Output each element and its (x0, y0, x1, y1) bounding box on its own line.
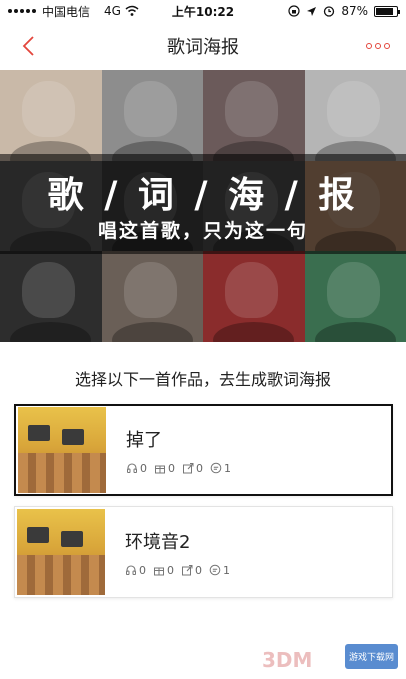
screen-lock-icon (288, 5, 300, 17)
album-tile (101, 251, 203, 342)
nav-bar: 歌词海报 (0, 22, 406, 70)
song-stats: 0 0 0 1 (126, 462, 231, 475)
listen-count: 0 (139, 563, 146, 577)
network-type: 4G (104, 4, 121, 18)
album-tile (304, 70, 406, 161)
more-options-button[interactable] (362, 34, 394, 58)
watermark-badge: 游戏下载网 (344, 644, 398, 669)
signal-strength-icon (8, 9, 36, 13)
song-card[interactable]: 环境音2 0 0 0 1 (14, 506, 393, 598)
comment-count: 1 (224, 461, 231, 475)
song-stats: 0 0 0 1 (125, 564, 230, 577)
song-title: 掉了 (126, 429, 162, 451)
poster-banner: 歌 / 词 / 海 / 报 唱这首歌，只为这一句 (0, 70, 406, 342)
share-count: 0 (195, 563, 202, 577)
headphones-icon (126, 565, 136, 575)
instruction-text: 选择以下一首作品，去生成歌词海报 (74, 370, 331, 389)
album-tile (203, 251, 305, 342)
album-tile (101, 70, 203, 161)
listen-count: 0 (140, 461, 147, 475)
album-tile (0, 251, 102, 342)
watermark: 3DM 游戏下载网 (222, 628, 402, 676)
wifi-icon (125, 5, 139, 16)
carrier-label: 中国电信 (42, 4, 91, 19)
page-title: 歌词海报 (167, 37, 239, 58)
battery-icon (374, 5, 400, 17)
gift-count: 0 (167, 563, 174, 577)
more-dots-icon (366, 43, 372, 49)
comment-count: 1 (223, 563, 230, 577)
comment-icon (209, 564, 221, 576)
comment-icon (210, 462, 222, 474)
album-cover (17, 509, 105, 595)
gift-icon (155, 465, 165, 474)
battery-percent: 87% (341, 4, 368, 18)
chevron-left-icon (22, 36, 34, 56)
share-icon (183, 463, 194, 474)
album-tile (0, 70, 102, 161)
gift-count: 0 (168, 461, 175, 475)
banner-heading: 歌 / 词 / 海 / 报 (47, 174, 359, 216)
album-tile (304, 251, 406, 342)
status-bar: 中国电信 4G 上午10:22 87% (0, 0, 406, 22)
gift-icon (154, 567, 164, 576)
watermark-text: 3DM (262, 648, 313, 672)
alarm-icon (324, 6, 335, 17)
location-icon (307, 6, 317, 16)
album-tile (203, 70, 305, 161)
song-card[interactable]: 掉了 0 0 0 1 (14, 404, 393, 496)
song-title: 环境音2 (125, 531, 191, 553)
share-count: 0 (196, 461, 203, 475)
back-button[interactable] (12, 30, 44, 62)
banner-subtitle: 唱这首歌，只为这一句 (97, 220, 308, 242)
album-cover (18, 407, 106, 493)
headphones-icon (127, 463, 137, 473)
share-icon (182, 565, 193, 576)
